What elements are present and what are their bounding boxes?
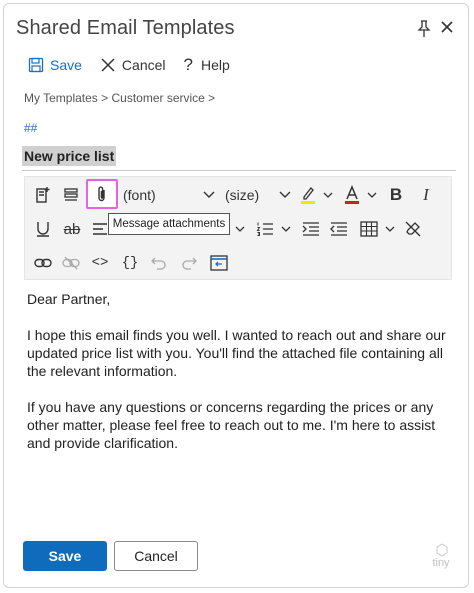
table-dropdown-icon[interactable] xyxy=(383,221,397,237)
numbered-list-icon[interactable] xyxy=(253,217,277,241)
subject-text: New price list xyxy=(22,146,117,166)
chevron-down-icon xyxy=(279,191,291,198)
cancel-x-icon xyxy=(101,58,115,72)
help-command[interactable]: ? Help xyxy=(184,55,230,75)
window-title: Shared Email Templates xyxy=(16,17,235,39)
attachments-tooltip: Message attachments xyxy=(108,213,230,235)
greeting-line: Dear Partner, xyxy=(27,291,111,307)
font-color-dropdown-icon[interactable] xyxy=(365,187,379,203)
font-size-value: (size) xyxy=(225,187,260,203)
close-icon[interactable] xyxy=(440,20,456,36)
cancel-button[interactable]: Cancel xyxy=(114,541,198,571)
subject-field[interactable]: New price list xyxy=(22,146,456,171)
align-dropdown-icon[interactable] xyxy=(233,221,247,237)
font-color-icon[interactable] xyxy=(341,182,363,208)
insert-template-icon[interactable] xyxy=(31,183,55,207)
save-command-label: Save xyxy=(50,57,82,73)
unlink-icon[interactable] xyxy=(59,251,83,275)
command-bar: Save Cancel ? Help xyxy=(28,54,248,76)
message-body[interactable]: Dear Partner, I hope this email finds yo… xyxy=(27,290,455,470)
attachment-icon[interactable] xyxy=(86,179,118,209)
pin-icon[interactable] xyxy=(416,20,432,38)
clear-formatting-icon[interactable] xyxy=(401,217,425,241)
font-size-select[interactable]: (size) xyxy=(225,184,291,206)
fields-icon[interactable] xyxy=(59,183,83,207)
italic-icon[interactable]: I xyxy=(415,183,437,207)
save-button[interactable]: Save xyxy=(23,541,107,571)
outdent-icon[interactable] xyxy=(327,217,351,241)
save-command[interactable]: Save xyxy=(28,57,82,73)
numbered-list-dropdown-icon[interactable] xyxy=(279,221,293,237)
tiny-brand-label: tiny xyxy=(432,557,450,569)
chevron-down-icon xyxy=(203,191,215,198)
body-paragraph-1: I hope this email finds you well. I want… xyxy=(27,327,446,379)
breadcrumb[interactable]: My Templates > Customer service > xyxy=(24,91,215,105)
highlight-dropdown-icon[interactable] xyxy=(321,187,335,203)
help-command-label: Help xyxy=(200,57,230,73)
indent-icon[interactable] xyxy=(299,217,323,241)
tiny-logo-icon xyxy=(436,543,448,557)
strikethrough-icon[interactable]: ab xyxy=(59,217,85,241)
font-family-value: (font) xyxy=(123,187,156,203)
highlight-color-icon[interactable] xyxy=(297,182,319,208)
hashtag-link[interactable]: ## xyxy=(24,121,37,135)
cancel-command-label: Cancel xyxy=(121,57,166,73)
undo-icon[interactable] xyxy=(147,251,171,275)
underline-icon[interactable] xyxy=(31,217,55,241)
bold-icon[interactable]: B xyxy=(385,183,407,207)
editor-toolbar: (font) (size) B I ab <> {} xyxy=(24,176,452,280)
code-icon[interactable]: <> xyxy=(87,251,113,275)
source-code-icon[interactable]: {} xyxy=(117,251,143,275)
table-icon[interactable] xyxy=(357,217,381,241)
floppy-icon xyxy=(28,57,44,73)
font-family-select[interactable]: (font) xyxy=(123,184,215,206)
body-paragraph-2: If you have any questions or concerns re… xyxy=(27,399,436,451)
cancel-command[interactable]: Cancel xyxy=(100,57,166,73)
link-icon[interactable] xyxy=(31,251,55,275)
insert-macro-icon[interactable] xyxy=(207,251,231,275)
redo-icon[interactable] xyxy=(177,251,201,275)
question-icon: ? xyxy=(183,55,193,74)
